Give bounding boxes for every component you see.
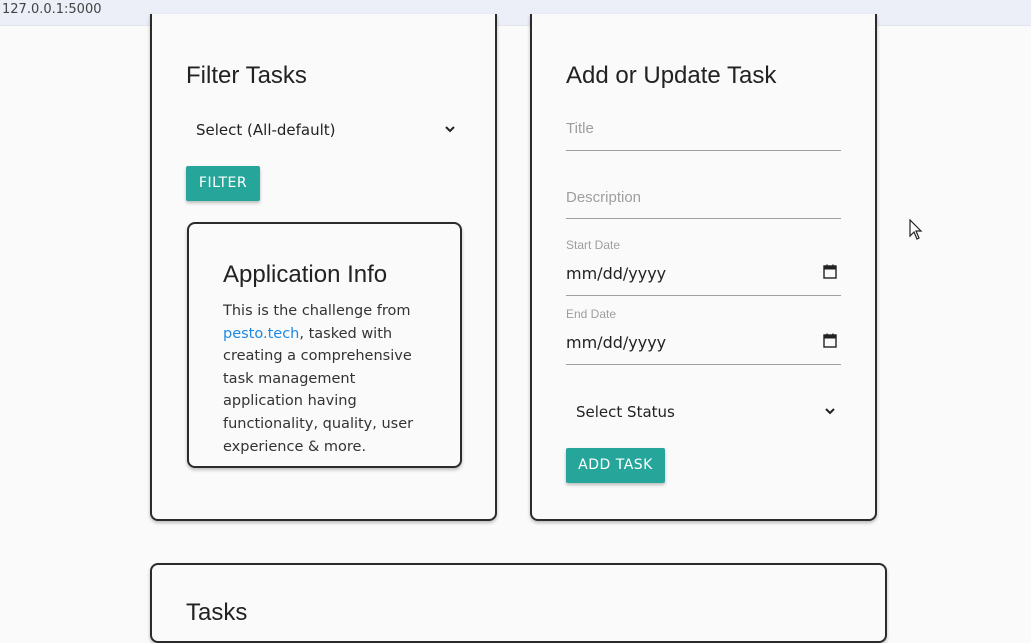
- end-date-underline: [566, 364, 841, 365]
- info-text-before: This is the challenge from: [223, 303, 411, 319]
- start-date-label: Start Date: [566, 238, 621, 252]
- task-form-card: Add or Update Task Title Description Sta…: [530, 14, 877, 521]
- title-placeholder: Title: [566, 120, 594, 137]
- description-placeholder: Description: [566, 189, 642, 206]
- pesto-tech-link[interactable]: pesto.tech: [223, 326, 299, 342]
- url-text[interactable]: 127.0.0.1:5000: [2, 2, 102, 17]
- description-field[interactable]: Description: [566, 181, 841, 221]
- tasks-title: Tasks: [186, 599, 248, 626]
- application-info-card: Application Info This is the challenge f…: [187, 222, 462, 468]
- calendar-icon[interactable]: [823, 264, 837, 279]
- status-select[interactable]: Select Status: [566, 396, 841, 426]
- mouse-cursor-icon: [909, 219, 923, 240]
- start-date-input[interactable]: mm/dd/yyyy: [566, 258, 841, 296]
- end-date-input[interactable]: mm/dd/yyyy: [566, 327, 841, 365]
- start-date-underline: [566, 295, 841, 296]
- filter-button[interactable]: FILTER: [186, 166, 260, 201]
- calendar-icon[interactable]: [823, 333, 837, 348]
- filter-title: Filter Tasks: [186, 62, 307, 89]
- info-text: This is the challenge from pesto.tech, t…: [223, 300, 438, 458]
- description-underline: [566, 218, 841, 219]
- end-date-value: mm/dd/yyyy: [566, 333, 667, 352]
- status-select-value: Select Status: [576, 403, 675, 421]
- chevron-down-icon: [445, 126, 455, 133]
- info-title: Application Info: [223, 261, 388, 288]
- info-text-after: , tasked with creating a comprehensive t…: [223, 325, 414, 455]
- title-underline: [566, 150, 841, 151]
- add-task-button[interactable]: ADD TASK: [566, 448, 665, 483]
- task-form-title: Add or Update Task: [566, 62, 777, 89]
- filter-card: Filter Tasks Select (All-default) FILTER…: [150, 14, 497, 521]
- title-field[interactable]: Title: [566, 112, 841, 152]
- end-date-label: End Date: [566, 307, 617, 321]
- filter-select[interactable]: Select (All-default): [186, 114, 461, 144]
- chevron-down-icon: [825, 408, 835, 415]
- tasks-card: Tasks: [150, 563, 887, 643]
- start-date-value: mm/dd/yyyy: [566, 264, 667, 283]
- filter-select-value: Select (All-default): [196, 121, 336, 139]
